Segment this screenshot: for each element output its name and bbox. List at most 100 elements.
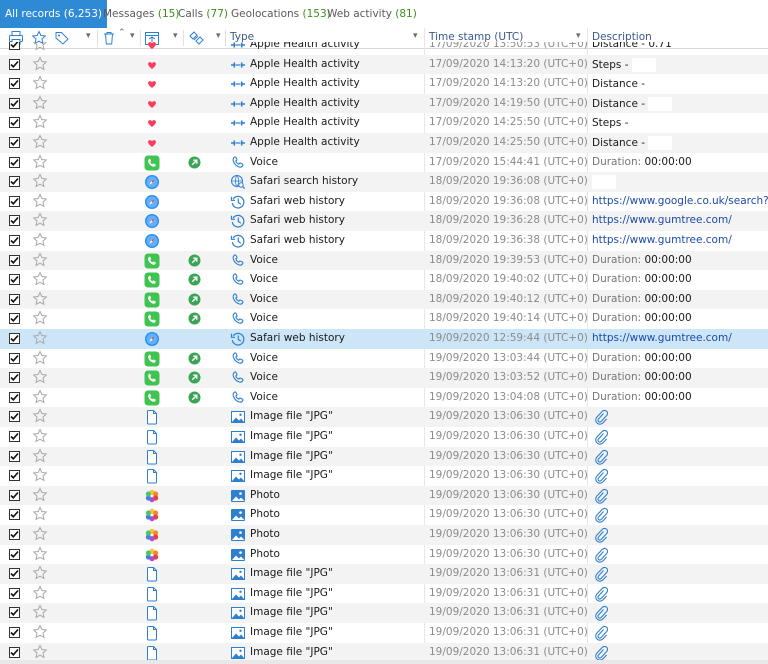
row-checkbox[interactable]: [9, 117, 20, 129]
row-checkbox[interactable]: [9, 78, 20, 90]
attachment-icon[interactable]: [594, 586, 609, 602]
table-row[interactable]: Image file "JPG" 19/09/2020 13:06:30 (UTC…: [0, 407, 768, 427]
row-checkbox[interactable]: [9, 215, 20, 227]
row-checkbox[interactable]: [9, 58, 20, 70]
row-checkbox[interactable]: [9, 313, 20, 325]
attachment-icon[interactable]: [594, 488, 609, 504]
table-row[interactable]: Safari web history 18/09/2020 19:36:08 (U…: [0, 192, 768, 212]
table-row[interactable]: Voice 17/09/2020 15:44:41 (UTC+0) Duration…: [0, 153, 768, 173]
star-icon[interactable]: [32, 114, 48, 130]
row-checkbox[interactable]: [9, 646, 20, 658]
star-icon[interactable]: [32, 604, 48, 620]
row-checkbox[interactable]: [9, 333, 20, 344]
attachment-icon[interactable]: [594, 605, 609, 622]
table-row[interactable]: Image file "JPG" 19/09/2020 13:06:31 (UTC…: [0, 623, 768, 643]
row-checkbox[interactable]: [9, 411, 20, 423]
star-icon[interactable]: [32, 428, 48, 444]
url-link[interactable]: https://www.gumtree.com/: [592, 332, 732, 344]
tab-web-activity[interactable]: Web activity (81): [327, 0, 417, 28]
attachment-icon[interactable]: [594, 566, 609, 582]
star-icon[interactable]: [32, 349, 48, 366]
table-row[interactable]: Image file "JPG" 19/09/2020 13:06:31 (UTC…: [0, 603, 768, 623]
star-icon[interactable]: [32, 389, 48, 405]
table-row[interactable]: Voice 19/09/2020 13:04:08 (UTC+0) Duration…: [0, 388, 768, 408]
star-icon[interactable]: [32, 75, 48, 91]
chevron-down-icon[interactable]: ▾: [413, 31, 418, 41]
table-row[interactable]: Apple Health activity 17/09/2020 14:13:20…: [0, 74, 768, 94]
table-row[interactable]: Voice 19/09/2020 13:03:44 (UTC+0) Duration…: [0, 349, 768, 369]
chevron-down-icon[interactable]: ▾: [576, 31, 581, 41]
row-checkbox[interactable]: [9, 195, 20, 207]
row-checkbox[interactable]: [9, 509, 20, 521]
attachment-icon[interactable]: [594, 468, 609, 484]
table-row[interactable]: Voice 18/09/2020 19:39:53 (UTC+0) Duration…: [0, 250, 768, 271]
row-checkbox[interactable]: [9, 235, 20, 246]
star-icon[interactable]: [32, 369, 48, 385]
row-checkbox[interactable]: [9, 274, 20, 286]
table-row[interactable]: Photo 19/09/2020 13:06:30 (UTC+0): [0, 505, 768, 525]
row-checkbox[interactable]: [9, 372, 20, 384]
chevron-down-icon[interactable]: ▾: [130, 31, 135, 41]
tab-all-records[interactable]: All records (6,253): [0, 0, 107, 28]
star-icon[interactable]: [32, 487, 48, 503]
table-row[interactable]: Image file "JPG" 19/09/2020 13:06:30 (UTC…: [0, 446, 768, 467]
star-icon[interactable]: [32, 624, 48, 640]
chevron-down-icon[interactable]: ▾: [173, 31, 178, 41]
attachment-icon[interactable]: [594, 547, 609, 563]
row-checkbox[interactable]: [9, 587, 20, 599]
row-checkbox[interactable]: [9, 431, 20, 442]
row-checkbox[interactable]: [9, 293, 20, 305]
row-checkbox[interactable]: [9, 548, 20, 560]
row-checkbox[interactable]: [9, 156, 20, 168]
star-icon[interactable]: [32, 42, 48, 52]
star-icon[interactable]: [32, 506, 48, 522]
row-checkbox[interactable]: [9, 137, 20, 148]
table-row[interactable]: Voice 19/09/2020 13:03:52 (UTC+0) Duration…: [0, 368, 768, 388]
star-icon[interactable]: [32, 526, 48, 542]
star-icon[interactable]: [32, 55, 48, 72]
star-icon[interactable]: [32, 193, 48, 209]
star-icon[interactable]: [32, 545, 48, 562]
attachment-icon[interactable]: [594, 409, 609, 426]
star-icon[interactable]: [32, 408, 48, 424]
url-link[interactable]: https://www.google.co.uk/search?q=: [592, 195, 768, 207]
star-icon[interactable]: [32, 565, 48, 581]
attachment-icon[interactable]: [594, 625, 609, 641]
row-checkbox[interactable]: [9, 176, 20, 188]
sort-up-icon[interactable]: ⌃: [118, 28, 126, 38]
table-row[interactable]: Apple Health activity 17/09/2020 14:25:50…: [0, 133, 768, 153]
chevron-down-icon[interactable]: ▾: [216, 31, 221, 41]
row-checkbox[interactable]: [9, 627, 20, 638]
star-icon[interactable]: [32, 330, 48, 346]
tab-geolocations[interactable]: Geolocations (153): [231, 0, 331, 28]
star-icon[interactable]: [32, 467, 48, 483]
table-row[interactable]: Apple Health activity 17/09/2020 14:13:20…: [0, 54, 768, 75]
row-checkbox[interactable]: [9, 42, 20, 50]
star-icon[interactable]: [32, 232, 48, 248]
url-link[interactable]: https://www.gumtree.com/: [592, 234, 732, 246]
table-row[interactable]: Apple Health activity 17/09/2020 13:50:53…: [0, 42, 768, 55]
attachment-icon[interactable]: [594, 449, 609, 465]
table-row[interactable]: Photo 19/09/2020 13:06:30 (UTC+0): [0, 545, 768, 565]
table-row[interactable]: Safari web history 18/09/2020 19:36:38 (U…: [0, 231, 768, 251]
star-icon[interactable]: [32, 251, 48, 268]
star-icon[interactable]: [32, 95, 48, 111]
row-checkbox[interactable]: [9, 254, 20, 266]
row-checkbox[interactable]: [9, 97, 20, 109]
row-checkbox[interactable]: [9, 352, 20, 364]
table-row[interactable]: Image file "JPG" 19/09/2020 13:06:30 (UTC…: [0, 466, 768, 486]
row-checkbox[interactable]: [9, 489, 20, 501]
url-link[interactable]: https://www.gumtree.com/: [592, 214, 732, 226]
table-row[interactable]: Photo 19/09/2020 13:06:30 (UTC+0): [0, 525, 768, 545]
tab-messages[interactable]: Messages (15): [103, 0, 179, 28]
tab-calls[interactable]: Calls (77): [178, 0, 228, 28]
star-icon[interactable]: [32, 310, 48, 326]
attachment-icon[interactable]: [594, 527, 609, 543]
star-icon[interactable]: [32, 173, 48, 189]
table-row[interactable]: Voice 18/09/2020 19:40:02 (UTC+0) Duration…: [0, 270, 768, 290]
table-row[interactable]: Apple Health activity 17/09/2020 14:19:50…: [0, 93, 768, 114]
row-checkbox[interactable]: [9, 470, 20, 482]
table-row[interactable]: Voice 18/09/2020 19:40:14 (UTC+0) Duration…: [0, 309, 768, 329]
star-icon[interactable]: [32, 447, 48, 464]
table-row[interactable]: Image file "JPG" 19/09/2020 13:06:31 (UTC…: [0, 564, 768, 584]
